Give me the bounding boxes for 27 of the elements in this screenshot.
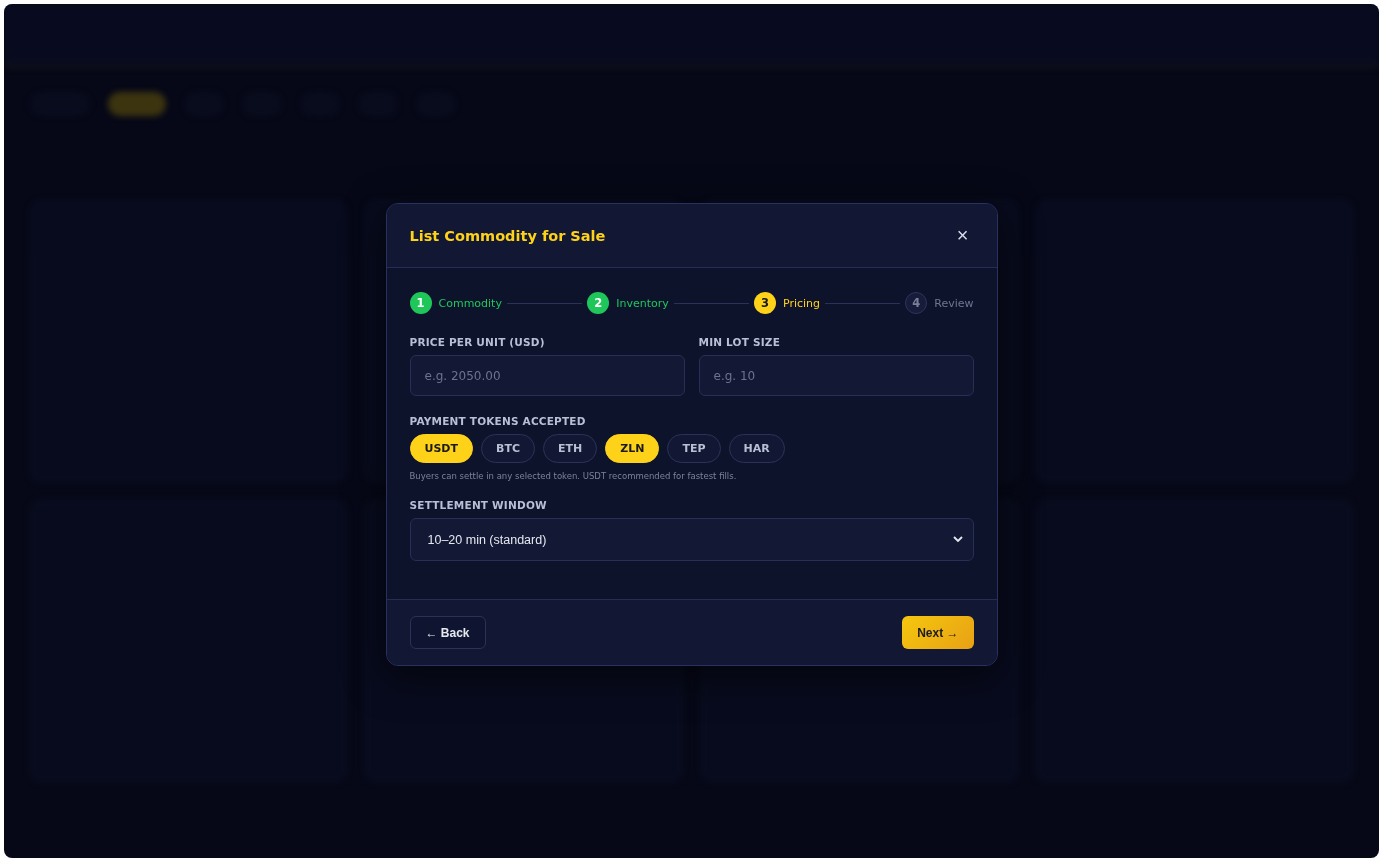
- token-chip[interactable]: ETH: [542, 434, 598, 463]
- token-chip[interactable]: ZLN: [605, 434, 660, 463]
- next-button[interactable]: Next →: [902, 616, 974, 649]
- token-chip[interactable]: HAR: [728, 434, 785, 463]
- dialog-title: List Commodity for Sale: [409, 227, 606, 244]
- settlement-select[interactable]: 10–20 min (standard): [409, 518, 974, 561]
- step-number: 3: [753, 292, 776, 314]
- close-button[interactable]: ×: [952, 224, 973, 247]
- step-label: Pricing: [782, 296, 821, 310]
- step-label: Review: [934, 296, 974, 310]
- step-label: Inventory: [616, 296, 669, 310]
- field-label: PAYMENT TOKENS ACCEPTED: [409, 415, 587, 427]
- input-field[interactable]: e.g. 10: [698, 355, 974, 396]
- input-field[interactable]: e.g. 2050.00: [409, 355, 685, 396]
- chevron-down-icon: [952, 536, 963, 543]
- token-chip[interactable]: TEP: [667, 434, 721, 463]
- hint-text: Buyers can settle in any selected token. USDT recommended for fastest fills.: [409, 471, 738, 481]
- step-number: 4: [905, 292, 928, 314]
- token-chip[interactable]: USDT: [409, 434, 473, 463]
- field-label: PRICE PER UNIT (USD): [409, 336, 546, 348]
- step-number: 1: [409, 292, 432, 314]
- field-label: SETTLEMENT WINDOW: [409, 499, 548, 511]
- back-button[interactable]: ← Back: [409, 616, 486, 649]
- step-number: 2: [587, 292, 610, 314]
- step-label: Commodity: [438, 296, 502, 310]
- field-label: MIN LOT SIZE: [698, 336, 781, 348]
- token-chip[interactable]: BTC: [481, 434, 535, 463]
